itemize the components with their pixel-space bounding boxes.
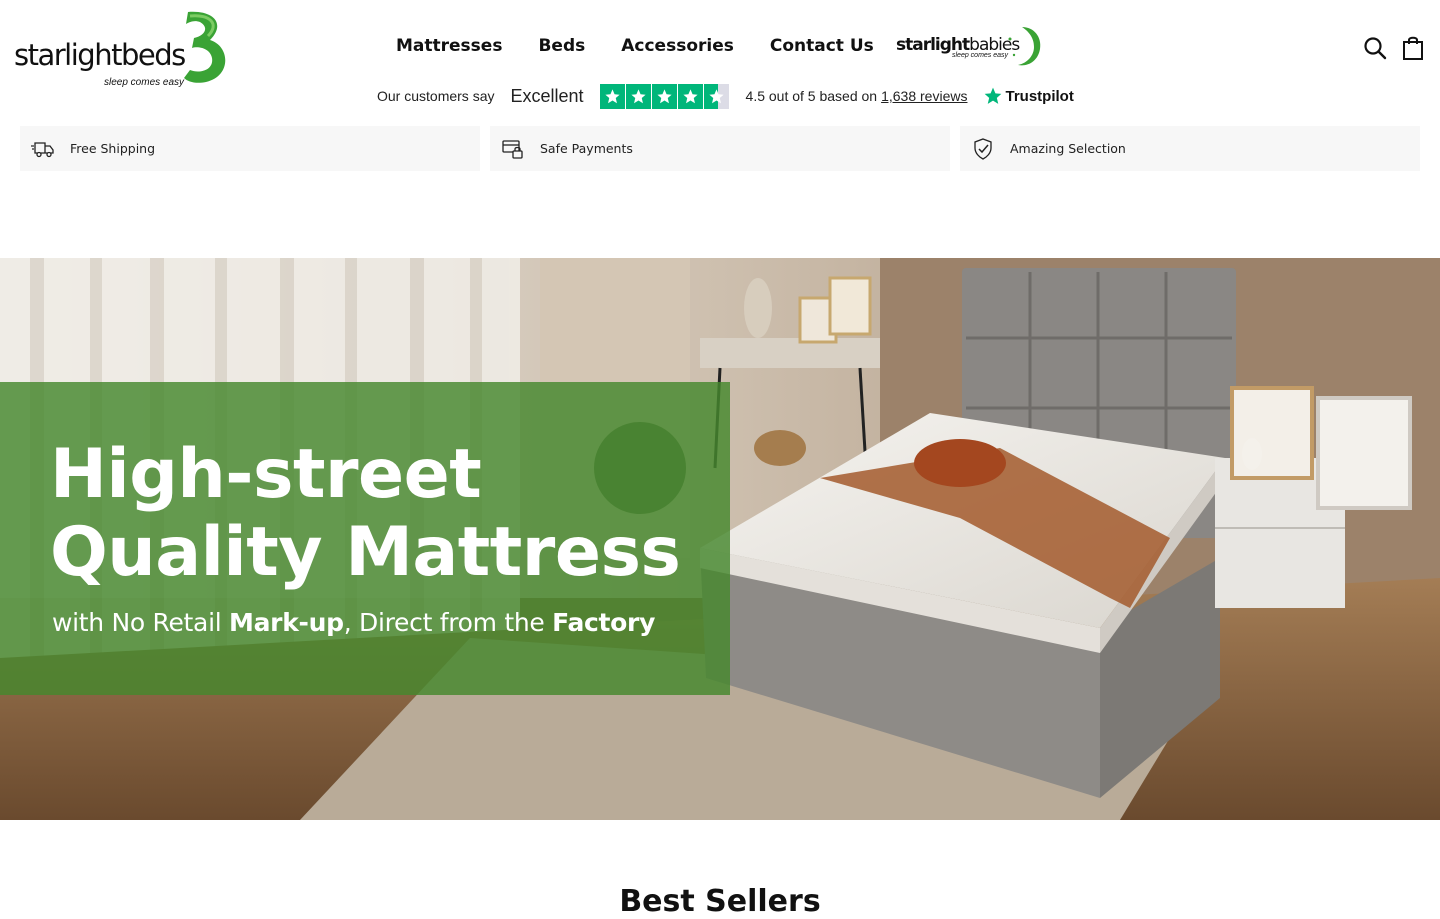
trustpilot-intro: Our customers say [377,88,495,104]
best-sellers-heading: Best Sellers [619,884,821,919]
trustpilot-stars [599,83,730,109]
half-star-icon [703,83,729,109]
truck-icon [31,141,54,157]
star-icon [651,83,677,109]
feature-amazing-selection: Amazing Selection [960,126,1420,171]
star-icon [599,83,625,109]
hero-subtitle: with No Retail Mark-up, Direct from the … [52,608,655,637]
starlight-babies-link[interactable]: starlightbabies sleep comes easy [896,25,1044,69]
nav-contact-us[interactable]: Contact Us [770,36,874,56]
cart-button[interactable] [1400,34,1426,62]
hero-title-line2: Quality Mattress [50,513,681,592]
trustpilot-widget[interactable]: Our customers say Excellent 4.5 out of 5… [377,82,1074,110]
card-lock-icon [502,139,523,159]
trustpilot-reviews-link[interactable]: 1,638 reviews [881,88,967,104]
star-icon [677,83,703,109]
trustpilot-score: 4.5 out of 5 based on [745,88,878,104]
trustpilot-brand: Trustpilot [1005,87,1074,105]
feature-label: Free Shipping [70,141,156,156]
trustpilot-rating-word: Excellent [510,85,584,106]
hero-title-line1: High-street [50,435,482,514]
trustpilot-logo: Trustpilot [983,86,1074,106]
feature-strip: Free Shipping Safe Payments Amazing Sele… [20,126,1420,171]
search-button[interactable] [1362,34,1388,62]
starlight-beds-logo[interactable]: starlightbeds sleep comes easy [14,10,229,88]
shopping-bag-icon [1403,36,1423,60]
feature-label: Amazing Selection [1010,141,1126,156]
search-icon [1364,37,1387,60]
nav-beds[interactable]: Beds [538,36,585,56]
hero-sub-bold: Mark-up [229,608,344,637]
hero-banner[interactable]: High-street Quality Mattress with No Ret… [0,258,1440,820]
main-nav: Mattresses Beds Accessories Contact Us [396,36,912,56]
nav-accessories[interactable]: Accessories [621,36,734,56]
site-header: starlightbeds sleep comes easy Mattresse… [0,0,1440,92]
hero-title: High-street Quality Mattress [50,436,710,592]
logo-tagline: sleep comes easy [104,77,185,88]
hero-sub-bold: Factory [552,608,656,637]
nav-mattresses[interactable]: Mattresses [396,36,502,56]
feature-safe-payments: Safe Payments [490,126,950,171]
babies-moon-icon [1008,27,1041,66]
hero-sub-text: , Direct from the [343,608,553,637]
star-icon [625,83,651,109]
logo-wordmark: starlightbeds [14,38,186,72]
feature-label: Safe Payments [540,141,633,156]
feature-free-shipping: Free Shipping [20,126,480,171]
shield-check-icon [974,137,992,160]
hero-sub-text: with No Retail [52,608,230,637]
trustpilot-star-icon [985,87,1002,104]
